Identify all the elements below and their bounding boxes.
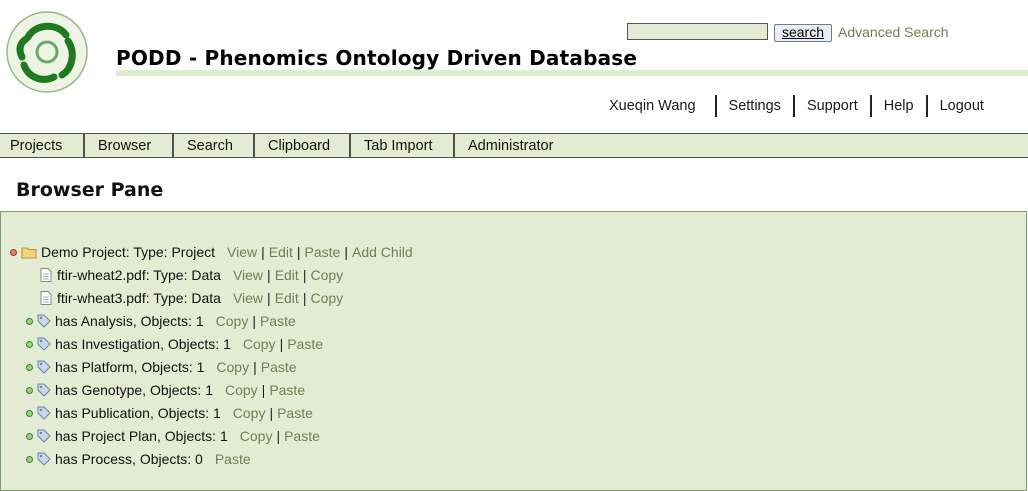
- add-child-link[interactable]: Add Child: [352, 244, 413, 260]
- settings-link[interactable]: Settings: [717, 98, 793, 114]
- tree-relation-row: has Publication, Objects: 1 Copy | Paste: [26, 403, 313, 423]
- tree-relation-row: has Project Plan, Objects: 1 Copy | Paste: [26, 426, 320, 446]
- tree-file-row: ftir-wheat2.pdf: Type: Data View | Edit | Co…: [39, 265, 343, 285]
- tree-relation-row: has Platform, Objects: 1 Copy | Paste: [26, 357, 297, 377]
- expand-toggle[interactable]: [26, 363, 33, 371]
- node-actions: View | Edit | Copy: [232, 290, 344, 306]
- tree-relation-row: has Process, Objects: 0 Paste: [26, 449, 251, 469]
- copy-link[interactable]: Copy: [240, 428, 273, 444]
- tree-node-label[interactable]: has Publication, Objects: 1: [55, 405, 221, 421]
- advanced-search-link[interactable]: Advanced Search: [838, 24, 949, 40]
- app-title: PODD - Phenomics Ontology Driven Databas…: [116, 46, 638, 70]
- tab-administrator[interactable]: Administrator: [455, 134, 595, 157]
- tree-relation-row: has Investigation, Objects: 1 Copy | Paste: [26, 334, 323, 354]
- node-actions: Copy | Paste: [239, 428, 320, 444]
- copy-link[interactable]: Copy: [310, 290, 343, 306]
- expand-toggle[interactable]: [26, 340, 33, 348]
- logout-link[interactable]: Logout: [928, 98, 996, 114]
- document-icon: [40, 268, 52, 282]
- view-link[interactable]: View: [227, 244, 257, 260]
- paste-link[interactable]: Paste: [260, 313, 296, 329]
- tab-browser[interactable]: Browser: [85, 134, 174, 157]
- copy-link[interactable]: Copy: [216, 313, 249, 329]
- tag-icon: [37, 452, 51, 466]
- expand-toggle[interactable]: [26, 455, 33, 463]
- tree-relation-row: has Analysis, Objects: 1 Copy | Paste: [26, 311, 296, 331]
- node-actions: Copy | Paste: [215, 313, 296, 329]
- tag-icon: [37, 406, 51, 420]
- node-actions: View | Edit | Copy: [232, 267, 344, 283]
- collapse-toggle[interactable]: [10, 248, 17, 256]
- paste-link[interactable]: Paste: [305, 244, 341, 260]
- node-actions: Paste: [215, 451, 251, 467]
- tree-node-label[interactable]: has Platform, Objects: 1: [55, 359, 204, 375]
- copy-link[interactable]: Copy: [216, 359, 249, 375]
- podd-logo: [6, 11, 88, 93]
- support-link[interactable]: Support: [795, 98, 870, 114]
- paste-link[interactable]: Paste: [287, 336, 323, 352]
- copy-link[interactable]: Copy: [225, 382, 258, 398]
- page-title: Browser Pane: [16, 179, 164, 201]
- edit-link[interactable]: Edit: [269, 244, 293, 260]
- tree-node-label[interactable]: has Analysis, Objects: 1: [55, 313, 204, 329]
- copy-link[interactable]: Copy: [243, 336, 276, 352]
- expand-toggle[interactable]: [26, 317, 33, 325]
- tab-projects[interactable]: Projects: [0, 134, 85, 157]
- tree-node-label[interactable]: has Process, Objects: 0: [55, 451, 203, 467]
- tag-icon: [37, 337, 51, 351]
- browser-pane: Demo Project: Type: Project View | Edit | Pa…: [0, 211, 1027, 491]
- user-name-link[interactable]: Xueqin Wang: [597, 98, 715, 114]
- help-link[interactable]: Help: [872, 98, 926, 114]
- copy-link[interactable]: Copy: [310, 267, 343, 283]
- search-button[interactable]: search: [774, 24, 832, 42]
- user-nav: Xueqin Wang Settings Support Help Logout: [597, 94, 996, 118]
- tab-tab-import[interactable]: Tab Import: [351, 134, 455, 157]
- edit-link[interactable]: Edit: [275, 267, 299, 283]
- title-rule: [116, 70, 1028, 76]
- paste-link[interactable]: Paste: [284, 428, 320, 444]
- folder-icon: [21, 247, 37, 259]
- search-input[interactable]: [627, 23, 768, 40]
- tree-node-label[interactable]: ftir-wheat2.pdf: Type: Data: [57, 267, 221, 283]
- node-actions: Copy | Paste: [232, 405, 313, 421]
- expand-toggle[interactable]: [26, 432, 33, 440]
- paste-link[interactable]: Paste: [277, 405, 313, 421]
- paste-link[interactable]: Paste: [215, 451, 251, 467]
- copy-link[interactable]: Copy: [233, 405, 266, 421]
- tree-node-label[interactable]: has Genotype, Objects: 1: [55, 382, 213, 398]
- tree-node-label[interactable]: has Project Plan, Objects: 1: [55, 428, 228, 444]
- node-actions: View | Edit | Paste | Add Child: [227, 244, 413, 260]
- tag-icon: [37, 360, 51, 374]
- tag-icon: [37, 429, 51, 443]
- expand-toggle[interactable]: [26, 409, 33, 417]
- edit-link[interactable]: Edit: [275, 290, 299, 306]
- tree-relation-row: has Genotype, Objects: 1 Copy | Paste: [26, 380, 305, 400]
- tag-icon: [37, 314, 51, 328]
- tree-node-label[interactable]: ftir-wheat3.pdf: Type: Data: [57, 290, 221, 306]
- main-nav: Projects Browser Search Clipboard Tab Im…: [0, 133, 1028, 158]
- tree-file-row: ftir-wheat3.pdf: Type: Data View | Edit | Co…: [39, 288, 343, 308]
- paste-link[interactable]: Paste: [261, 359, 297, 375]
- tree-root-row: Demo Project: Type: Project View | Edit | Pa…: [10, 242, 413, 262]
- tree-node-label[interactable]: Demo Project: Type: Project: [41, 244, 215, 260]
- view-link[interactable]: View: [233, 267, 263, 283]
- document-icon: [40, 291, 52, 305]
- tag-icon: [37, 383, 51, 397]
- paste-link[interactable]: Paste: [269, 382, 305, 398]
- node-actions: Copy | Paste: [224, 382, 306, 398]
- tree-node-label[interactable]: has Investigation, Objects: 1: [55, 336, 231, 352]
- node-actions: Copy | Paste: [216, 359, 297, 375]
- expand-toggle[interactable]: [26, 386, 33, 394]
- tab-clipboard[interactable]: Clipboard: [255, 134, 351, 157]
- node-actions: Copy | Paste: [242, 336, 324, 352]
- view-link[interactable]: View: [233, 290, 263, 306]
- tab-search[interactable]: Search: [174, 134, 255, 157]
